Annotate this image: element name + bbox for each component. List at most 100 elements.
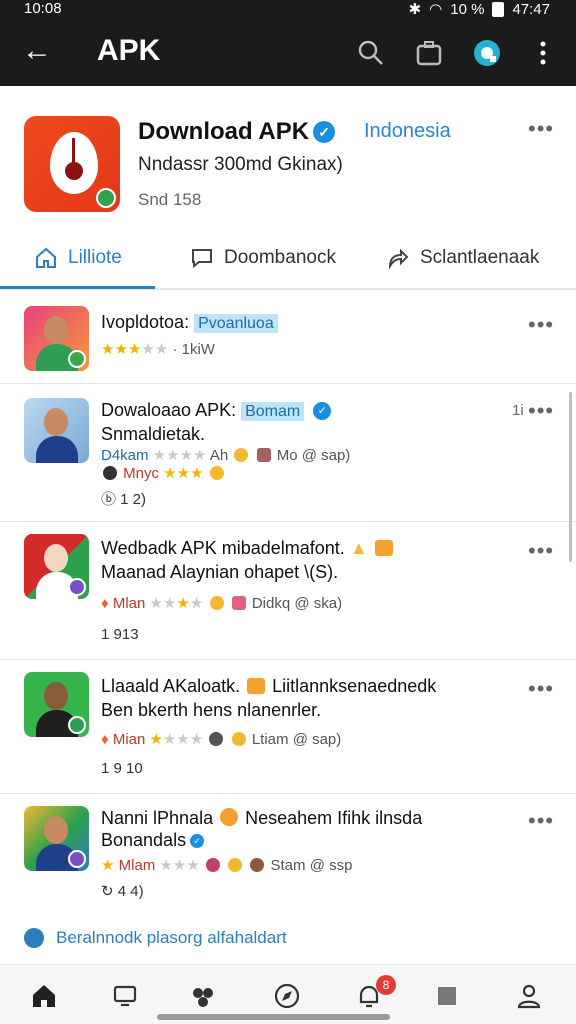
- more-horiz-icon[interactable]: •••: [528, 538, 554, 564]
- app-meta: Snd 158: [138, 190, 202, 209]
- at-icon: @: [301, 447, 317, 464]
- moon-icon: [24, 928, 44, 948]
- item-subtitle: Snmaldietak.: [101, 424, 206, 444]
- avatar: [24, 306, 89, 371]
- verified-badge-icon: [96, 188, 116, 208]
- bluetooth-icon: ✱: [408, 1, 422, 18]
- avatar: [24, 672, 89, 737]
- status-bar: 10:08 ✱ ◠ 10 % 47:47: [0, 0, 576, 22]
- flame-icon: ♦: [101, 731, 109, 748]
- search-icon[interactable]: [356, 38, 386, 68]
- emoji-icon: [209, 732, 224, 746]
- list-item[interactable]: Nanni lPhnala Neseahem Ifihk ilnsda Bona…: [0, 794, 576, 914]
- list-item[interactable]: Wedbadk APK mibadelmafont. ▲ Maanad Alay…: [0, 522, 576, 660]
- home-indicator[interactable]: [157, 1014, 390, 1020]
- emoji-icon: [220, 808, 239, 826]
- more-vert-icon[interactable]: [528, 38, 558, 68]
- list-item[interactable]: Llaaald AKaloatk. Liitlannksenaednedk Be…: [0, 660, 576, 794]
- repost-icon: ↻: [101, 883, 114, 900]
- app-header: Download APK ✓ Indonesia Nndassr 300md Gk…: [0, 98, 576, 228]
- warning-icon: ▲: [349, 538, 368, 558]
- list-item[interactable]: Dowaloaao APK: Bomam ✓ Snmaldietak. D4ka…: [0, 384, 576, 522]
- badge-icon: [231, 596, 246, 610]
- more-horiz-icon[interactable]: •••: [528, 398, 554, 424]
- app-icon[interactable]: [24, 116, 120, 212]
- chat-bubble-icon: [192, 249, 212, 269]
- compass-icon[interactable]: [274, 983, 300, 1009]
- tab-lilliote[interactable]: Lilliote: [34, 246, 122, 270]
- item-rating: ★ Mlam ★★★ Stam @ ssp: [101, 857, 353, 874]
- emoji-icon: [228, 858, 243, 872]
- star-icon: ★: [101, 341, 115, 358]
- item-time: 1i: [512, 402, 524, 419]
- item-tag: Bomam: [241, 402, 305, 421]
- item-subtitle: Maanad Alaynian ohapet \(S).: [101, 562, 339, 582]
- screen-icon[interactable]: [112, 983, 138, 1009]
- tab-bar: Lilliote Doombanock Sclantlaenaak: [0, 232, 576, 290]
- status-clock: 47:47: [512, 0, 550, 18]
- more-horiz-icon[interactable]: •••: [528, 116, 554, 142]
- item-subrating: Mnyc ★★★: [101, 464, 226, 482]
- badge-icon: [256, 448, 271, 462]
- wifi-icon: ◠: [429, 1, 443, 18]
- list-item[interactable]: Ivopldotoa: Pvoanluoa ★★★★★ · 1kiW •••: [0, 292, 576, 384]
- calendar-icon: [374, 540, 393, 556]
- item-rating: ♦ Mian ★★★★ Ltiam @ sap): [101, 731, 342, 748]
- emoji-icon: [234, 448, 249, 462]
- scrollbar[interactable]: [569, 392, 572, 562]
- verified-check-icon: ✓: [313, 121, 336, 143]
- item-count: 1 913: [101, 626, 139, 643]
- app-subtitle: Nndassr 300md Gkinax): [138, 154, 343, 175]
- more-horiz-icon[interactable]: •••: [528, 808, 554, 834]
- signal-text: 10 %: [450, 0, 485, 18]
- avatar: [24, 534, 89, 599]
- emoji-icon: [209, 596, 224, 610]
- group-icon[interactable]: [190, 983, 216, 1009]
- emoji-icon: [250, 858, 265, 872]
- map-pin-icon: [50, 132, 98, 194]
- tab-sclantlaenaak[interactable]: Sclantlaenaak: [386, 246, 539, 270]
- at-icon: @: [309, 857, 325, 874]
- emoji-icon: [103, 466, 117, 480]
- item-title: Wedbadk APK mibadelmafont. ▲: [101, 538, 395, 559]
- app-bar: ← APK: [0, 22, 576, 86]
- item-rating: ★★★★★ · 1kiW: [101, 341, 215, 358]
- verified-check-icon: ✓: [313, 402, 332, 420]
- home-icon[interactable]: [31, 983, 57, 1009]
- emoji-icon: [205, 858, 220, 872]
- battery-icon: [492, 1, 505, 17]
- item-title: Llaaald AKaloatk. Liitlannksenaednedk: [101, 676, 437, 696]
- item-subtitle: Ben bkerth hens nlanenrler.: [101, 700, 322, 720]
- item-subtitle: Bonandals ✓: [101, 830, 205, 851]
- footer-link[interactable]: Beralnnodk plasorg alfahaldart: [24, 928, 287, 948]
- page-title: APK: [97, 34, 161, 67]
- active-tab-indicator: [0, 286, 155, 289]
- item-rating: ♦ Mlan ★★★★ Didkq @ ska): [101, 595, 343, 612]
- at-icon: @: [292, 731, 308, 748]
- item-title: Nanni lPhnala Neseahem Ifihk ilnsda: [101, 808, 423, 828]
- assistant-icon[interactable]: [472, 38, 502, 68]
- verified-check-icon: ✓: [190, 834, 205, 848]
- tab-doombanock[interactable]: Doombanock: [190, 246, 336, 270]
- app-title: Download APK ✓: [138, 118, 336, 146]
- profile-icon[interactable]: [516, 983, 542, 1009]
- item-rating: D4kam ★★★★ Ah Mo @ sap): [101, 447, 351, 464]
- stop-icon[interactable]: [434, 983, 460, 1009]
- emoji-icon: [231, 732, 246, 746]
- emoji-icon: [247, 678, 266, 694]
- avatar: [24, 806, 89, 871]
- more-horiz-icon[interactable]: •••: [528, 312, 554, 338]
- notification-badge: 8: [376, 975, 396, 995]
- back-arrow-icon[interactable]: ←: [22, 36, 52, 66]
- item-title: Dowaloaao APK: Bomam ✓: [101, 400, 332, 421]
- item-count: ⓑ 1 2): [101, 491, 147, 508]
- briefcase-icon[interactable]: [414, 38, 444, 68]
- status-time: 10:08: [24, 0, 62, 17]
- more-horiz-icon[interactable]: •••: [528, 676, 554, 702]
- share-icon: [388, 248, 409, 270]
- avatar: [24, 398, 89, 463]
- flame-icon: ♦: [101, 595, 109, 612]
- app-region[interactable]: Indonesia: [364, 120, 451, 143]
- home-outline-icon: [36, 247, 56, 268]
- item-tag: Pvoanluoa: [194, 314, 278, 333]
